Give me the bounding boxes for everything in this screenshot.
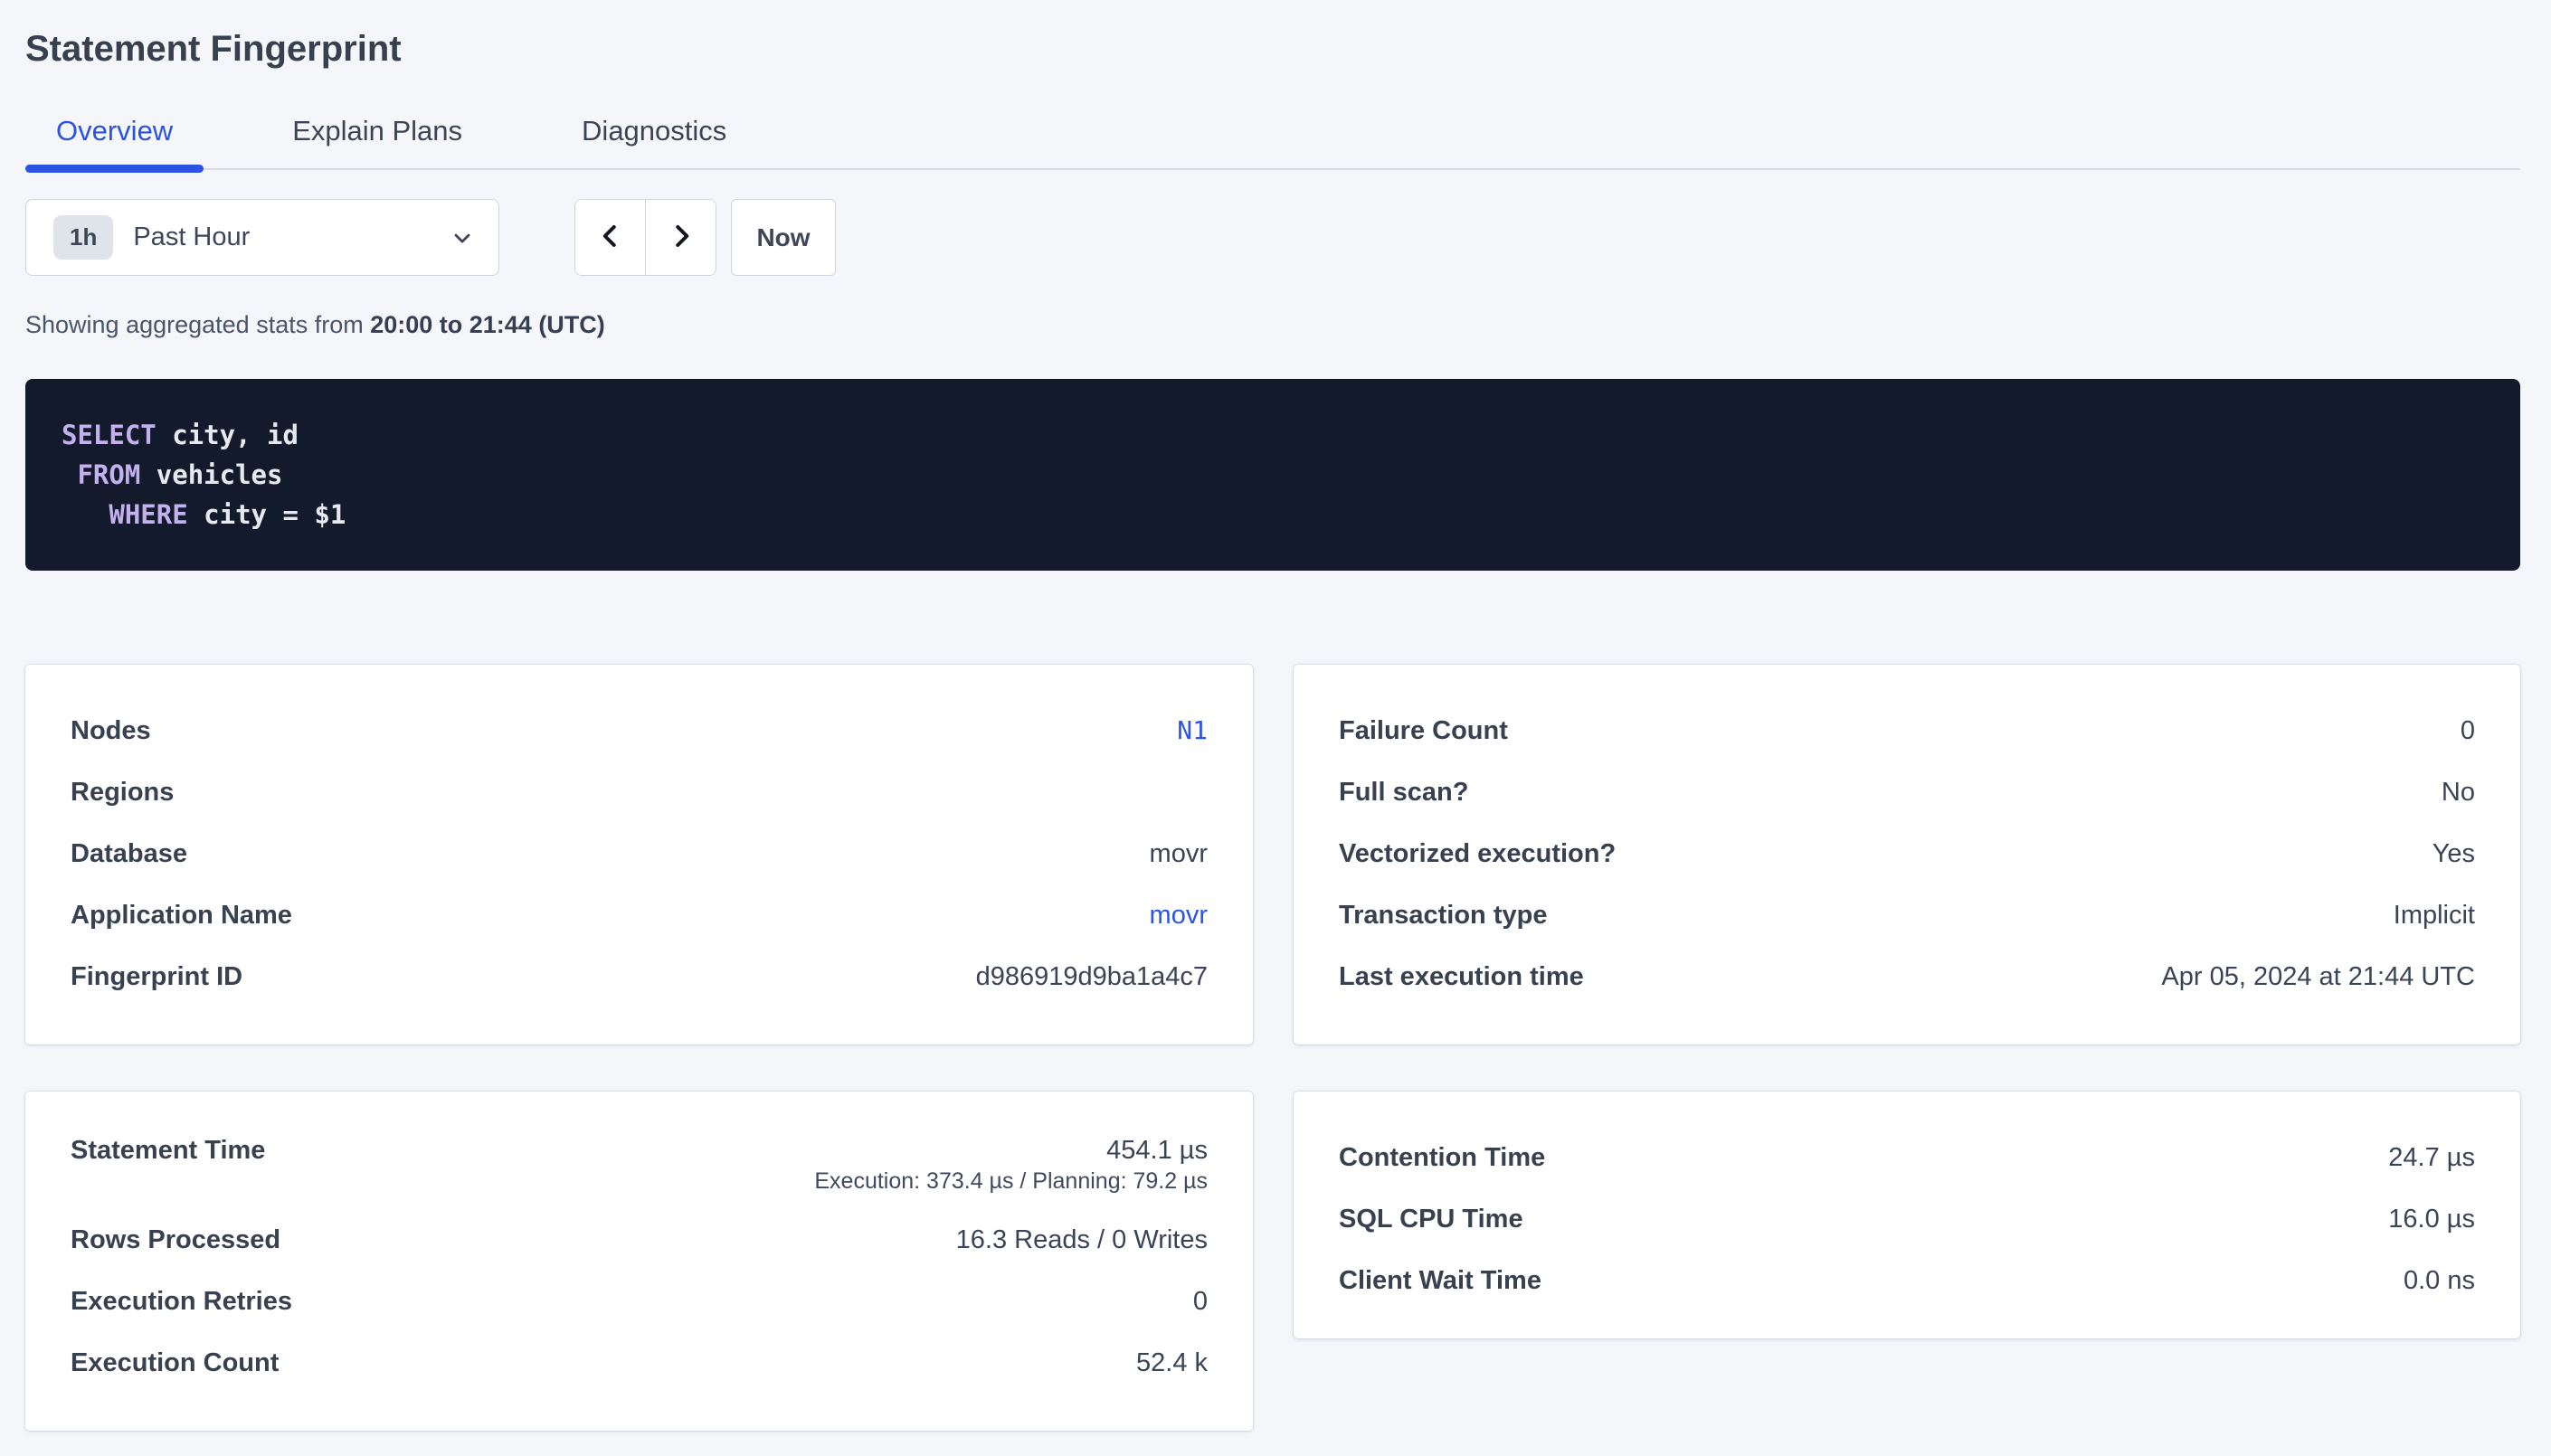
- sql-cpu-time-value: 16.0 µs: [2388, 1205, 2475, 1234]
- contention-time-row: Contention Time 24.7 µs: [1339, 1127, 2475, 1188]
- nodes-label: Nodes: [71, 715, 151, 746]
- time-controls: 1h Past Hour Now: [25, 199, 2520, 276]
- statement-time-label: Statement Time: [71, 1135, 265, 1166]
- database-value: movr: [1150, 839, 1208, 868]
- execution-count-row: Execution Count 52.4 k: [71, 1332, 1208, 1394]
- now-button[interactable]: Now: [731, 199, 836, 276]
- execution-retries-row: Execution Retries 0: [71, 1271, 1208, 1332]
- execution-retries-value: 0: [1193, 1287, 1208, 1316]
- failure-count-label: Failure Count: [1339, 715, 1508, 746]
- execution-attributes-card: Failure Count 0 Full scan? No Vectorized exe…: [1294, 665, 2520, 1045]
- transaction-type-label: Transaction type: [1339, 900, 1547, 931]
- full-scan-label: Full scan?: [1339, 777, 1468, 808]
- sql-keyword: SELECT: [62, 420, 156, 450]
- vectorized-execution-label: Vectorized execution?: [1339, 838, 1616, 869]
- sql-text: vehicles: [140, 459, 282, 490]
- statement-time-value: 454.1 µs: [1106, 1136, 1208, 1165]
- time-range-label: Past Hour: [133, 222, 250, 252]
- previous-range-button[interactable]: [575, 200, 645, 275]
- chevron-down-icon: [450, 225, 475, 251]
- summary-cards: NodesN1RegionsDatabasemovrApplication Na…: [25, 665, 2520, 1431]
- transaction-type-value: Implicit: [2394, 901, 2475, 930]
- last-execution-time-label: Last execution time: [1339, 961, 1584, 992]
- sql-cpu-time-label: SQL CPU Time: [1339, 1204, 1523, 1234]
- failure-count-value: 0: [2461, 716, 2475, 745]
- client-wait-time-label: Client Wait Time: [1339, 1265, 1541, 1296]
- statement-time-row: Statement Time 454.1 µs Execution: 373.4 µ…: [71, 1127, 1208, 1209]
- execution-count-label: Execution Count: [71, 1347, 279, 1378]
- time-range-dropdown[interactable]: 1h Past Hour: [25, 199, 499, 276]
- nodes-link[interactable]: N1: [1177, 715, 1208, 745]
- regions-row: Regions: [71, 761, 1208, 823]
- tab-diagnostics[interactable]: Diagnostics: [551, 115, 757, 168]
- sql-line: FROM vehicles: [62, 455, 2484, 495]
- fingerprint-id-row: Fingerprint ID d986919d9ba1a4c7: [71, 946, 1208, 1007]
- sql-keyword: WHERE: [109, 499, 187, 530]
- tab-bar: Overview Explain Plans Diagnostics: [25, 115, 2520, 170]
- fingerprint-id-label: Fingerprint ID: [71, 961, 242, 992]
- time-range-badge: 1h: [53, 215, 113, 260]
- tab-overview[interactable]: Overview: [25, 115, 204, 168]
- full-scan-value: No: [2442, 778, 2475, 807]
- tab-explain-plans[interactable]: Explain Plans: [261, 115, 493, 168]
- sql-text: city, id: [156, 420, 299, 450]
- time-nav-group: [574, 199, 716, 276]
- application-name-label: Application Name: [71, 900, 292, 931]
- wait-timings-card: Contention Time 24.7 µs SQL CPU Time 16.0 µ…: [1294, 1092, 2520, 1338]
- statement-details-card: NodesN1RegionsDatabasemovrApplication Na…: [25, 665, 1253, 1045]
- sql-text: [62, 499, 109, 530]
- failure-count-row: Failure Count 0: [1339, 700, 2475, 761]
- sql-text: city = $1: [188, 499, 346, 530]
- sql-statement-box: SELECT city, id FROM vehicles WHERE city…: [25, 379, 2520, 571]
- database-row: Database movr: [71, 823, 1208, 884]
- vectorized-execution-value: Yes: [2432, 839, 2475, 868]
- execution-count-value: 52.4 k: [1136, 1348, 1208, 1377]
- application-name-link[interactable]: movr: [1150, 901, 1208, 930]
- chevron-left-icon: [597, 222, 624, 252]
- application-name-row: Application Name movr: [71, 884, 1208, 946]
- sql-cpu-time-row: SQL CPU Time 16.0 µs: [1339, 1188, 2475, 1250]
- execution-retries-label: Execution Retries: [71, 1286, 292, 1317]
- sql-line: SELECT city, id: [62, 415, 2484, 455]
- full-scan-row: Full scan? No: [1339, 761, 2475, 823]
- page-title: Statement Fingerprint: [25, 0, 2520, 69]
- sql-keyword: FROM: [77, 459, 140, 490]
- last-execution-time-row: Last execution time Apr 05, 2024 at 21:44…: [1339, 946, 2475, 1007]
- contention-time-label: Contention Time: [1339, 1142, 1545, 1173]
- regions-label: Regions: [71, 777, 174, 808]
- chevron-right-icon: [668, 222, 695, 252]
- contention-time-value: 24.7 µs: [2388, 1143, 2475, 1172]
- vectorized-execution-row: Vectorized execution? Yes: [1339, 823, 2475, 884]
- sql-line: WHERE city = $1: [62, 495, 2484, 534]
- transaction-type-row: Transaction type Implicit: [1339, 884, 2475, 946]
- client-wait-time-value: 0.0 ns: [2404, 1266, 2475, 1295]
- aggregated-stats-range: 20:00 to 21:44 (UTC): [370, 311, 605, 338]
- database-label: Database: [71, 838, 187, 869]
- rows-processed-label: Rows Processed: [71, 1224, 280, 1255]
- nodes-row: Nodes N1: [71, 700, 1208, 761]
- aggregated-stats-summary: Showing aggregated stats from 20:00 to 2…: [25, 310, 2520, 339]
- rows-processed-row: Rows Processed 16.3 Reads / 0 Writes: [71, 1209, 1208, 1271]
- statement-timings-card: Statement Time 454.1 µs Execution: 373.4 µ…: [25, 1092, 1253, 1431]
- aggregated-stats-prefix: Showing aggregated stats from: [25, 311, 370, 338]
- statement-fingerprint-page: Statement Fingerprint Overview Explain P…: [0, 0, 2551, 1431]
- last-execution-time-value: Apr 05, 2024 at 21:44 UTC: [2161, 962, 2475, 991]
- statement-time-sub-value: Execution: 373.4 µs / Planning: 79.2 µs: [814, 1168, 1208, 1196]
- client-wait-time-row: Client Wait Time 0.0 ns: [1339, 1250, 2475, 1311]
- fingerprint-id-value: d986919d9ba1a4c7: [976, 962, 1208, 991]
- next-range-button[interactable]: [645, 200, 716, 275]
- sql-text: [62, 459, 77, 490]
- rows-processed-value: 16.3 Reads / 0 Writes: [956, 1225, 1208, 1254]
